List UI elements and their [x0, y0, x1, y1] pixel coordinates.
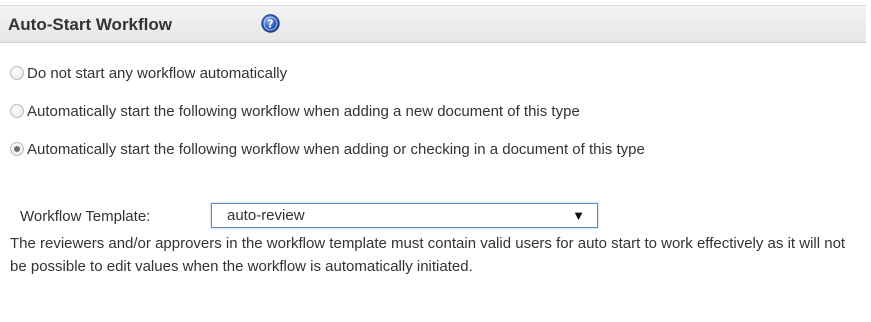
workflow-template-note: The reviewers and/or approvers in the wo… — [10, 235, 846, 275]
dropdown-arrow-icon[interactable]: ▼ — [572, 208, 585, 223]
help-question-icon[interactable]: ? — [261, 14, 280, 33]
workflow-template-select[interactable]: auto-review ▼ — [211, 203, 598, 228]
option-no-auto-start[interactable]: Do not start any workflow automatically — [10, 62, 860, 86]
radio-no-auto-start[interactable] — [10, 66, 24, 80]
workflow-template-selected-value: auto-review — [227, 207, 305, 224]
section-title: Auto-Start Workflow — [8, 15, 173, 34]
option-start-on-add-or-checkin[interactable]: Automatically start the following workfl… — [10, 138, 860, 162]
option-start-on-add-or-checkin-label: Automatically start the following workfl… — [27, 141, 645, 158]
radio-start-on-add-or-checkin[interactable] — [10, 142, 24, 156]
option-start-on-add-label: Automatically start the following workfl… — [27, 103, 580, 120]
auto-start-workflow-panel: Auto-Start Workflow ? Do not start any w… — [0, 0, 871, 322]
radio-start-on-add[interactable] — [10, 104, 24, 118]
workflow-template-label: Workflow Template: — [20, 208, 151, 225]
option-no-auto-start-label: Do not start any workflow automatically — [27, 65, 288, 82]
section-header: Auto-Start Workflow ? — [0, 5, 866, 43]
option-start-on-add[interactable]: Automatically start the following workfl… — [10, 100, 860, 124]
svg-text:?: ? — [267, 18, 273, 31]
